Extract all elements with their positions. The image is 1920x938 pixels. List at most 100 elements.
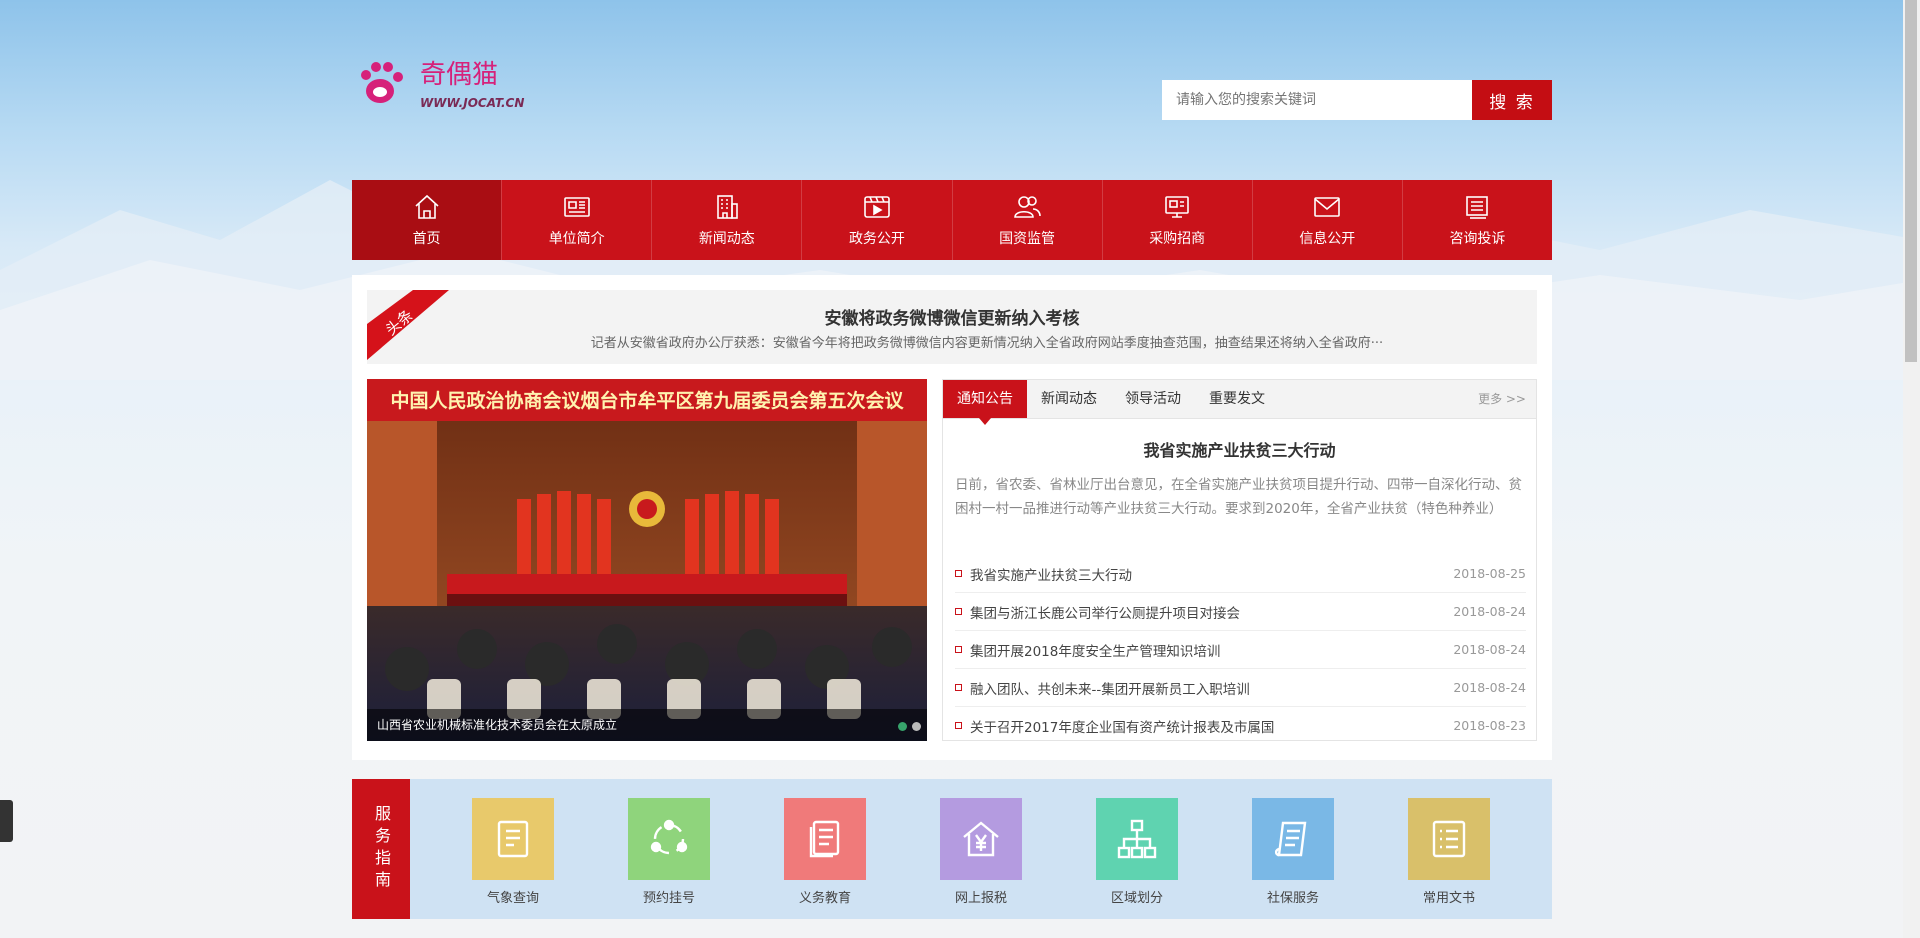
list-item-title: 集团开展2018年度安全生产管理知识培训 <box>970 643 1221 660</box>
news-tabs: 通知公告 新闻动态 领导活动 重要发文 更多 >> <box>943 380 1536 425</box>
nav-label: 信息公开 <box>1299 231 1356 247</box>
main-panel: 头条 安徽将政务微博微信更新纳入考核 记者从安徽省政府办公厅获悉：安徽省今年将把… <box>352 275 1552 760</box>
tab-leaders[interactable]: 领导活动 <box>1111 380 1195 418</box>
headline-desc: 记者从安徽省政府办公厅获悉：安徽省今年将把政务微博微信内容更新情况纳入全省政府网… <box>590 336 1384 351</box>
service-tile <box>940 798 1022 880</box>
service-tile <box>1252 798 1334 880</box>
service-name: 常用文书 <box>1422 891 1475 906</box>
headline-title[interactable]: 安徽将政务微博微信更新纳入考核 <box>367 304 1537 329</box>
service-region[interactable]: 区域划分 <box>1082 779 1192 919</box>
nav-label: 新闻动态 <box>698 231 755 247</box>
scroll-icon <box>1274 821 1307 857</box>
service-tile <box>628 798 710 880</box>
tab-news[interactable]: 新闻动态 <box>1027 380 1111 418</box>
service-guide: 服务指南 气象查询 预约挂号 义务教育 网上报税 区域划分 社保服务 常用文书 <box>352 779 1552 919</box>
tab-documents[interactable]: 重要发文 <box>1195 380 1279 418</box>
video-icon <box>864 196 890 218</box>
slider-dot-1[interactable] <box>898 722 907 731</box>
feature-desc: 日前，省农委、省林业厅出台意见，在全省实施产业扶贫项目提升行动、四带一自深化行动… <box>955 477 1522 517</box>
service-name: 社保服务 <box>1266 891 1319 906</box>
list-item[interactable]: 集团开展2018年度安全生产管理知识培训 2018-08-24 <box>955 631 1526 669</box>
list-item-date: 2018-08-24 <box>1453 642 1526 657</box>
service-social-security[interactable]: 社保服务 <box>1238 779 1348 919</box>
feature-title[interactable]: 我省实施产业扶贫三大行动 <box>943 437 1536 461</box>
service-tile <box>472 798 554 880</box>
slide-image: 中国人民政治协商会议烟台市牟平区第九届委员会第五次会议 <box>367 379 927 741</box>
tab-notices[interactable]: 通知公告 <box>943 380 1027 425</box>
service-documents[interactable]: 常用文书 <box>1394 779 1504 919</box>
news-list: 我省实施产业扶贫三大行动 2018-08-25 集团与浙江长鹿公司举行公厕提升项目… <box>943 555 1536 744</box>
slide-banner-text: 中国人民政治协商会议烟台市牟平区第九届委员会第五次会议 <box>390 389 904 412</box>
service-education[interactable]: 义务教育 <box>770 779 880 919</box>
side-toolbar-handle[interactable] <box>0 800 13 842</box>
bullet-icon <box>955 646 962 653</box>
list-item-title: 我省实施产业扶贫三大行动 <box>970 567 1132 584</box>
list-item-date: 2018-08-25 <box>1453 566 1526 581</box>
service-weather[interactable]: 气象查询 <box>458 779 568 919</box>
hierarchy-icon <box>1117 819 1157 859</box>
list-item-date: 2018-08-24 <box>1453 604 1526 619</box>
list-item[interactable]: 我省实施产业扶贫三大行动 2018-08-25 <box>955 555 1526 593</box>
list-icon <box>1432 820 1466 858</box>
service-label: 服务指南 <box>352 779 410 919</box>
nav-label: 政务公开 <box>848 231 905 247</box>
logo-brand-text: 奇偶猫 <box>420 60 498 90</box>
search-button[interactable]: 搜 索 <box>1472 80 1552 120</box>
list-item-title: 集团与浙江长鹿公司举行公厕提升项目对接会 <box>970 605 1240 622</box>
bullet-icon <box>955 570 962 577</box>
scrollbar-thumb[interactable] <box>1905 0 1917 362</box>
nav-label: 国资监管 <box>999 231 1056 247</box>
nav-item-purchase[interactable]: 采购招商 <box>1101 180 1252 260</box>
nav-label: 首页 <box>412 231 441 247</box>
list-item-date: 2018-08-23 <box>1453 718 1526 733</box>
building-icon <box>717 195 738 219</box>
users-icon <box>1014 196 1041 218</box>
bullet-icon <box>955 608 962 615</box>
service-name: 义务教育 <box>798 891 851 906</box>
service-tile <box>1096 798 1178 880</box>
service-name: 网上报税 <box>954 891 1007 906</box>
list-item-title: 关于召开2017年度企业国有资产统计报表及市属国 <box>970 719 1275 736</box>
chart-board-icon <box>1165 196 1189 218</box>
more-link[interactable]: 更多 >> <box>1478 380 1526 418</box>
service-appointment[interactable]: 预约挂号 <box>614 779 724 919</box>
nav-item-info[interactable]: 信息公开 <box>1251 180 1402 260</box>
home-icon <box>415 194 439 219</box>
logo-url-text: WWW.JOCAT.CN <box>420 96 524 110</box>
bullet-icon <box>955 684 962 691</box>
service-tax[interactable]: 网上报税 <box>926 779 1036 919</box>
nav-item-about[interactable]: 单位简介 <box>501 180 651 260</box>
mail-icon <box>1314 197 1341 217</box>
list-item[interactable]: 关于召开2017年度企业国有资产统计报表及市属国 2018-08-23 <box>955 707 1526 744</box>
list-item-date: 2018-08-24 <box>1453 680 1526 695</box>
nav-item-assets[interactable]: 国资监管 <box>951 180 1102 260</box>
book-icon <box>809 820 840 858</box>
service-tile <box>1408 798 1490 880</box>
connect-icon <box>650 819 688 855</box>
slide-caption: 山西省农业机械标准化技术委员会在太原成立 <box>367 709 927 741</box>
nav-label: 单位简介 <box>548 231 605 247</box>
nav-item-gov[interactable]: 政务公开 <box>801 180 951 260</box>
nav-item-home[interactable]: 首页 <box>352 180 502 260</box>
notepad-icon <box>497 820 529 858</box>
nav-item-news[interactable]: 新闻动态 <box>651 180 801 260</box>
site-logo[interactable]: 奇偶猫 WWW.JOCAT.CN <box>352 55 542 115</box>
scrollbar[interactable] <box>1903 0 1920 938</box>
service-name: 气象查询 <box>486 891 539 906</box>
search-bar: 搜 索 <box>1162 80 1552 120</box>
nav-label: 采购招商 <box>1149 231 1206 247</box>
headline-banner[interactable]: 头条 安徽将政务微博微信更新纳入考核 记者从安徽省政府办公厅获悉：安徽省今年将把… <box>367 290 1537 364</box>
nav-item-complaint[interactable]: 咨询投诉 <box>1401 180 1552 260</box>
list-item-title: 融入团队、共创未来--集团开展新员工入职培训 <box>970 681 1250 698</box>
newspaper-icon <box>563 197 590 217</box>
search-input[interactable] <box>1162 80 1472 120</box>
nav-label: 咨询投诉 <box>1449 231 1506 247</box>
main-nav: 首页 单位简介 新闻动态 政务公开 国资监管 采购招商 信息公开 咨询投诉 <box>352 180 1552 260</box>
document-icon <box>1466 196 1489 219</box>
slider-dots <box>898 722 921 731</box>
list-item[interactable]: 融入团队、共创未来--集团开展新员工入职培训 2018-08-24 <box>955 669 1526 707</box>
service-name: 区域划分 <box>1110 891 1163 906</box>
list-item[interactable]: 集团与浙江长鹿公司举行公厕提升项目对接会 2018-08-24 <box>955 593 1526 631</box>
image-slider[interactable]: 中国人民政治协商会议烟台市牟平区第九届委员会第五次会议 山西省农业机械标准化技术… <box>367 379 927 741</box>
slider-dot-2[interactable] <box>912 722 921 731</box>
